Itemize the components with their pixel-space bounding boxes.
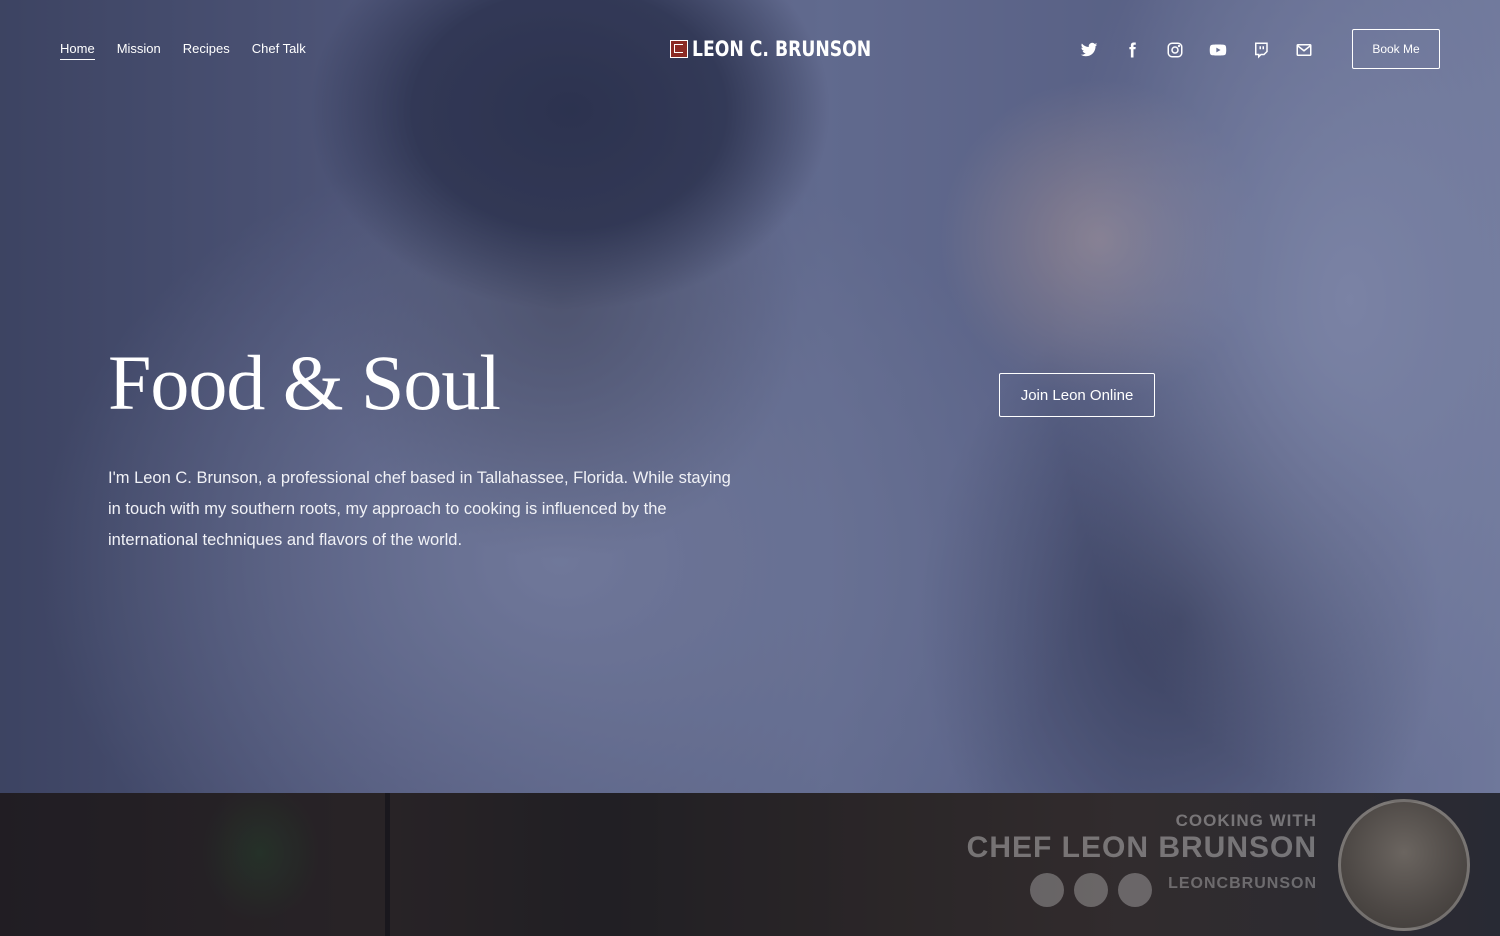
twitter-icon[interactable]	[1078, 39, 1100, 61]
plant-decoration	[200, 793, 320, 936]
shelf-divider	[385, 793, 390, 936]
nav-item-home[interactable]: Home	[60, 41, 95, 60]
twitch-icon[interactable]	[1250, 39, 1272, 61]
banner-line-1: COOKING WITH	[1175, 811, 1317, 830]
banner-line-3: LEONCBRUNSON	[1168, 875, 1317, 892]
main-nav: Home Mission Recipes Chef Talk	[60, 41, 306, 60]
youtube-icon[interactable]	[1207, 39, 1229, 61]
banner-youtube-icon	[1118, 873, 1152, 907]
banner-twitter-icon	[1030, 873, 1064, 907]
nav-item-recipes[interactable]: Recipes	[183, 41, 230, 60]
logo-mark-icon	[670, 40, 688, 58]
social-links	[1078, 39, 1315, 61]
logo-text: LEON C. BRUNSON	[692, 37, 872, 61]
facebook-icon[interactable]	[1121, 39, 1143, 61]
email-icon[interactable]	[1293, 39, 1315, 61]
cooking-show-banner: COOKING WITH CHEF LEON BRUNSON LEONCBRUN…	[960, 793, 1500, 936]
chef-caricature-image	[1338, 799, 1470, 931]
nav-item-mission[interactable]: Mission	[117, 41, 161, 60]
hero-title: Food & Soul	[108, 339, 501, 426]
join-leon-online-button[interactable]: Join Leon Online	[999, 373, 1155, 417]
book-me-button[interactable]: Book Me	[1352, 29, 1440, 69]
hero-description: I'm Leon C. Brunson, a professional chef…	[108, 469, 731, 549]
banner-instagram-icon	[1074, 873, 1108, 907]
banner-social-icons	[1030, 873, 1152, 907]
instagram-icon[interactable]	[1164, 39, 1186, 61]
nav-item-chef-talk[interactable]: Chef Talk	[252, 41, 306, 60]
site-logo[interactable]: LEON C. BRUNSON	[670, 37, 911, 61]
banner-line-2: CHEF LEON BRUNSON	[966, 831, 1317, 864]
next-section-preview: COOKING WITH CHEF LEON BRUNSON LEONCBRUN…	[0, 793, 1500, 936]
